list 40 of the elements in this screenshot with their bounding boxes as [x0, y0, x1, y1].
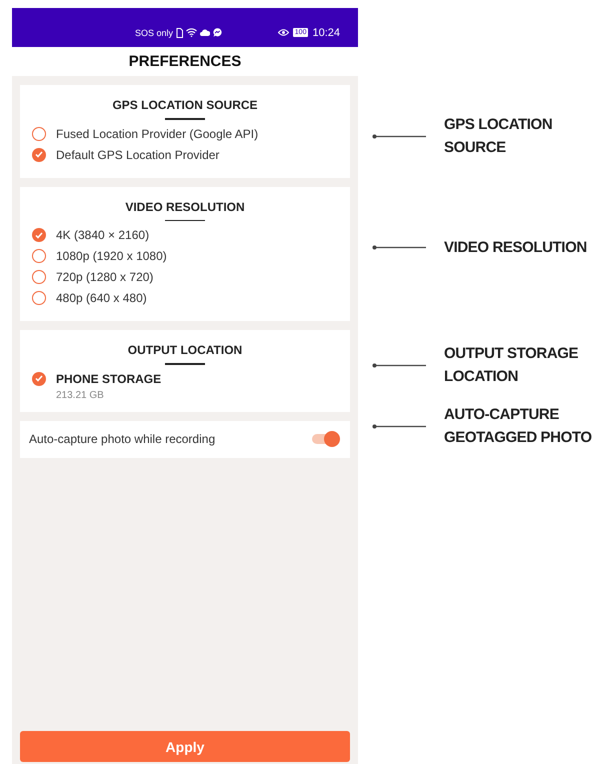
toggle-label: Auto-capture photo while recording: [29, 432, 216, 446]
option-label: PHONE STORAGE: [56, 372, 162, 386]
callout-label: OUTPUT STORAGE LOCATION: [444, 344, 578, 387]
section-heading: VIDEO RESOLUTION: [125, 198, 245, 214]
option-label: 1080p (1920 x 1080): [56, 249, 167, 263]
screen-title: PREFERENCES: [12, 47, 358, 76]
carrier-text: SOS only: [135, 28, 174, 38]
check-icon: [35, 232, 43, 238]
cloud-icon: [200, 29, 210, 36]
check-icon: [35, 375, 43, 382]
radio-button[interactable]: [32, 249, 46, 263]
callout-label: GPS LOCATION SOURCE: [444, 115, 552, 158]
clock-time: 10:24: [312, 26, 340, 38]
option-label: Fused Location Provider (Google API): [56, 126, 258, 140]
leader-line: [372, 134, 426, 138]
radio-button[interactable]: [32, 126, 46, 140]
section-heading: OUTPUT LOCATION: [128, 342, 242, 358]
toggle-switch[interactable]: [310, 430, 340, 448]
leader-line: [372, 245, 426, 250]
chat-bubble-icon: [213, 28, 222, 37]
option-label: 4K (3840 × 2160): [56, 228, 150, 242]
radio-button[interactable]: [32, 148, 46, 162]
leader-line: [372, 362, 426, 368]
radio-button[interactable]: [32, 228, 46, 242]
callout-label: VIDEO RESOLUTION: [444, 238, 587, 258]
option-label: 720p (1280 x 720): [56, 270, 154, 284]
callout-label: AUTO-CAPTURE GEOTAGGED PHOTO: [444, 405, 592, 448]
eye-icon: [278, 29, 289, 36]
sim-icon: [176, 28, 184, 38]
option-label: Default GPS Location Provider: [56, 148, 220, 162]
radio-button[interactable]: [32, 270, 46, 284]
option-label: 480p (640 x 480): [56, 291, 147, 305]
section-heading: GPS LOCATION SOURCE: [112, 97, 258, 113]
wifi-icon: [186, 28, 198, 37]
check-icon: [35, 151, 43, 158]
option-detail: 213.21 GB: [56, 388, 105, 402]
radio-button[interactable]: [32, 291, 46, 305]
apply-button[interactable]: Apply: [20, 731, 350, 762]
radio-button[interactable]: [32, 372, 46, 386]
leader-line: [372, 424, 426, 428]
